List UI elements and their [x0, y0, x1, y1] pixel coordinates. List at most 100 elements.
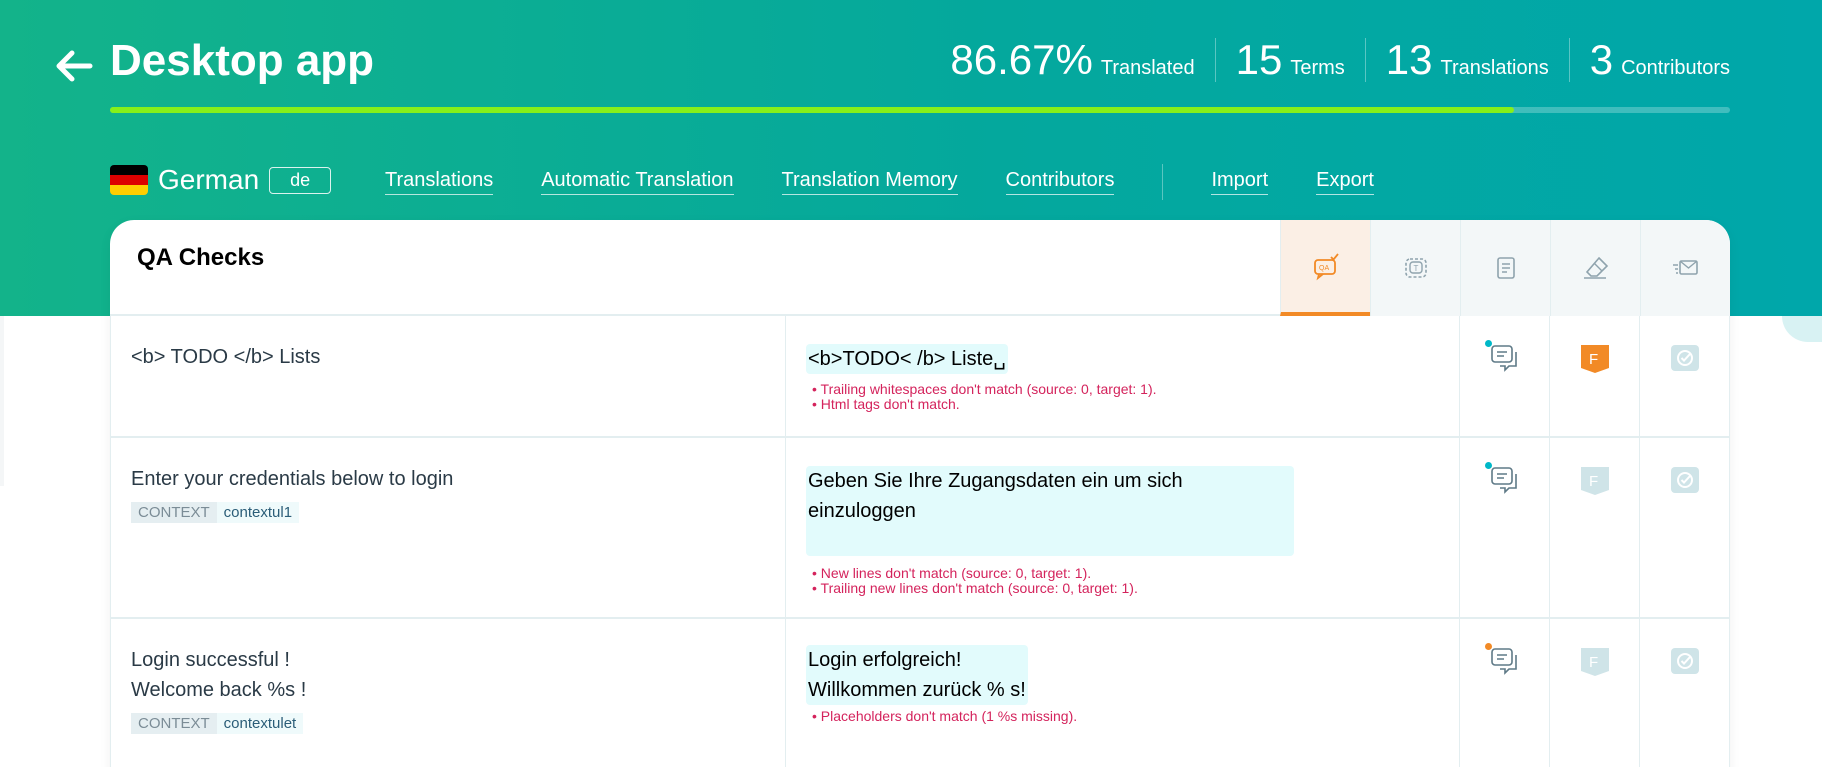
context-value: contextulet	[216, 713, 304, 734]
qa-check-tab[interactable]: QA	[1280, 220, 1370, 316]
target-line: Login erfolgreich!	[808, 649, 962, 671]
stat-terms: 15 Terms	[1214, 38, 1365, 82]
nav-divider	[1162, 164, 1164, 200]
target-text[interactable]: Login erfolgreich! Willkommen zurück % s…	[806, 645, 1028, 705]
comment-indicator-dot	[1485, 340, 1492, 347]
approve-button[interactable]	[1668, 464, 1702, 498]
source-line: Login successful !	[131, 649, 290, 671]
language-code-badge: de	[269, 166, 332, 194]
nav-contributors[interactable]: Contributors	[1005, 169, 1115, 195]
target-line: Willkommen zurück % s!	[808, 679, 1026, 701]
qa-error-list: Trailing whitespaces don't match (source…	[812, 382, 1157, 412]
back-arrow-icon[interactable]	[52, 44, 96, 88]
decor-curve	[1782, 316, 1822, 342]
approve-check-icon	[1671, 467, 1699, 493]
qa-error-list: New lines don't match (source: 0, target…	[812, 566, 1138, 596]
table-row: Enter your credentials below to login CO…	[110, 438, 1730, 619]
qa-error: Placeholders don't match (1 %s missing).	[812, 709, 1077, 724]
approve-check-icon	[1671, 648, 1699, 674]
eraser-icon	[1583, 256, 1608, 279]
source-text: Enter your credentials below to login	[131, 468, 454, 490]
decor-strip	[0, 316, 4, 486]
source-cell: <b> TODO </b> Lists	[110, 316, 786, 436]
source-text: Login successful ! Welcome back %s !	[131, 645, 306, 705]
eraser-tab[interactable]	[1550, 220, 1640, 316]
send-tab[interactable]	[1640, 220, 1730, 316]
project-stats: 86.67% Translated 15 Terms 13 Translations …	[930, 38, 1730, 82]
fuzzy-cell: F	[1550, 619, 1640, 767]
nav-export[interactable]: Export	[1316, 169, 1374, 195]
target-cell[interactable]: <b>TODO< /b> Liste␣ Trailing whitespaces…	[786, 316, 1460, 436]
comment-icon	[1491, 467, 1517, 494]
table-row: <b> TODO </b> Lists <b>TODO< /b> Liste␣ …	[110, 316, 1730, 438]
context-tag: CONTEXT contextulet	[131, 713, 304, 734]
qa-error-list: Placeholders don't match (1 %s missing).	[812, 709, 1077, 724]
approve-button[interactable]	[1668, 645, 1702, 679]
context-label: CONTEXT	[131, 713, 217, 734]
send-icon	[1672, 260, 1698, 275]
panel-toolbar: QA T	[1280, 220, 1730, 316]
document-icon	[1496, 257, 1515, 279]
comment-cell	[1460, 619, 1550, 767]
comment-button[interactable]	[1485, 643, 1522, 679]
qa-error: Trailing new lines don't match (source: …	[812, 581, 1138, 596]
target-text[interactable]: Geben Sie Ihre Zugangsdaten ein um sich …	[806, 466, 1294, 556]
stat-translated: 86.67% Translated	[950, 36, 1195, 83]
approve-check-icon	[1671, 345, 1699, 371]
fuzzy-toggle[interactable]: F	[1578, 342, 1612, 376]
svg-text:F: F	[1589, 351, 1598, 368]
term-tab[interactable]: T	[1370, 220, 1460, 316]
nav-translation-memory[interactable]: Translation Memory	[781, 169, 958, 195]
language-selector: German de	[110, 164, 332, 196]
target-cell[interactable]: Login erfolgreich! Willkommen zurück % s…	[786, 619, 1460, 767]
nav-translations[interactable]: Translations	[385, 169, 494, 195]
nav-automatic-translation[interactable]: Automatic Translation	[541, 169, 734, 195]
approve-cell	[1640, 619, 1730, 767]
document-tab[interactable]	[1460, 220, 1550, 316]
panel-header: QA Checks QA T	[110, 220, 1730, 316]
progress-fill	[110, 107, 1515, 113]
source-text: <b> TODO </b> Lists	[131, 346, 321, 368]
fuzzy-cell: F	[1550, 316, 1640, 436]
qa-error: New lines don't match (source: 0, target…	[812, 566, 1138, 581]
source-cell: Enter your credentials below to login CO…	[110, 438, 786, 617]
source-line: Welcome back %s !	[131, 679, 307, 701]
approve-button[interactable]	[1668, 342, 1702, 376]
qa-checks-panel: QA Checks QA T <b> TODO </b> Lists <b>TO	[110, 220, 1730, 767]
comment-cell	[1460, 438, 1550, 617]
target-cell[interactable]: Geben Sie Ihre Zugangsdaten ein um sich …	[786, 438, 1460, 617]
comment-icon	[1491, 648, 1517, 675]
language-nav: Translations Automatic Translation Trans…	[385, 164, 1422, 200]
comment-indicator-dot	[1485, 643, 1492, 650]
panel-title: QA Checks	[137, 244, 265, 271]
german-flag-icon	[110, 165, 148, 195]
comment-cell	[1460, 316, 1550, 436]
fuzzy-flag-icon: F	[1581, 345, 1609, 373]
page-title: Desktop app	[110, 36, 375, 85]
comment-button[interactable]	[1485, 340, 1522, 376]
context-value: contextul1	[216, 502, 300, 523]
context-tag: CONTEXT contextul1	[131, 502, 300, 523]
svg-text:F: F	[1589, 473, 1598, 490]
stat-translations: 13 Translations	[1364, 38, 1569, 82]
comment-icon	[1491, 345, 1517, 372]
svg-text:T: T	[1413, 264, 1418, 273]
comment-indicator-dot	[1485, 462, 1492, 469]
approve-cell	[1640, 316, 1730, 436]
qa-check-icon: QA	[1313, 253, 1339, 281]
table-row: Login successful ! Welcome back %s ! CON…	[110, 619, 1730, 767]
svg-text:QA: QA	[1319, 265, 1329, 272]
fuzzy-flag-icon: F	[1581, 648, 1609, 676]
context-label: CONTEXT	[131, 502, 217, 523]
fuzzy-toggle[interactable]: F	[1578, 645, 1612, 679]
qa-error: Html tags don't match.	[812, 397, 1157, 412]
stat-contributors: 3 Contributors	[1568, 38, 1730, 82]
nav-import[interactable]: Import	[1211, 169, 1269, 195]
source-cell: Login successful ! Welcome back %s ! CON…	[110, 619, 786, 767]
translation-progress-bar	[110, 107, 1730, 113]
fuzzy-toggle[interactable]: F	[1578, 464, 1612, 498]
language-name: German	[158, 164, 260, 195]
comment-button[interactable]	[1485, 462, 1522, 498]
fuzzy-flag-icon: F	[1581, 467, 1609, 495]
target-text[interactable]: <b>TODO< /b> Liste␣	[806, 344, 1008, 374]
